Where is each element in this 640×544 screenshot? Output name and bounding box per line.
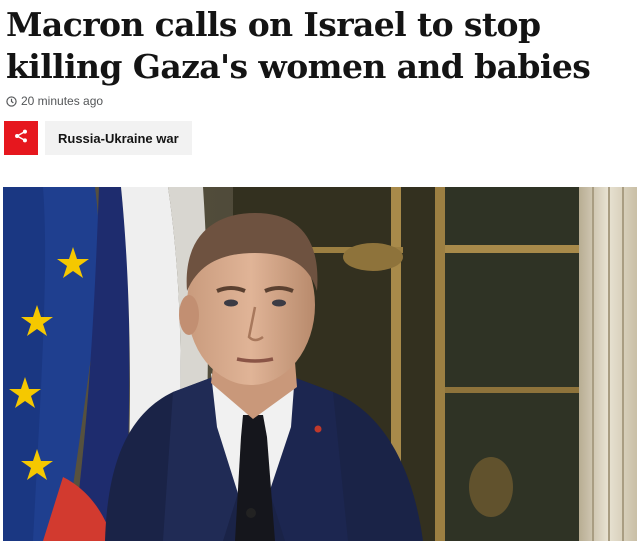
article-timestamp: 20 minutes ago [21, 94, 104, 108]
share-button[interactable] [4, 121, 38, 155]
article-headline: Macron calls on Israel to stop killing G… [6, 5, 591, 86]
article-meta: 20 minutes ago [6, 94, 103, 108]
topic-tag-link[interactable]: Russia-Ukraine war [45, 121, 192, 155]
article-hero-image [3, 187, 637, 541]
share-icon [14, 129, 28, 148]
clock-icon [6, 95, 17, 107]
